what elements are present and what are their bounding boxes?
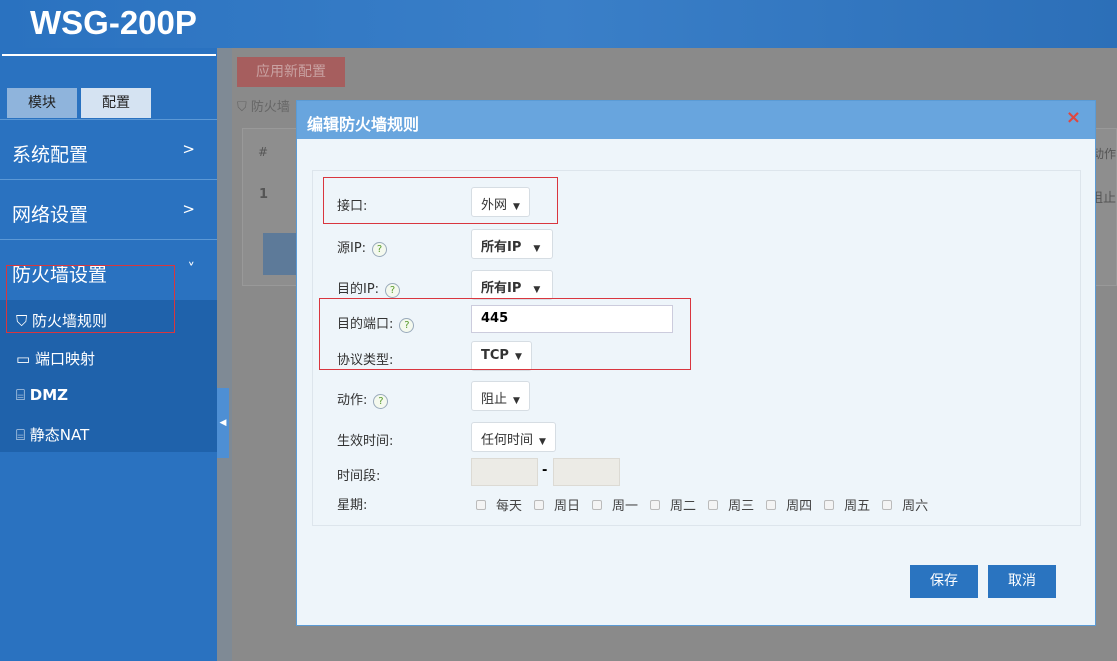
menu-label: 网络设置 [12,204,89,226]
checkbox[interactable] [592,499,603,510]
highlight-box-port-protocol [319,298,691,370]
label-text: 源IP: [337,241,367,256]
day-label: 周日 [554,499,581,514]
help-icon[interactable]: ? [373,394,389,409]
highlight-box [6,265,175,333]
time-start-input[interactable] [471,458,538,486]
effective-time-select[interactable]: 任何时间 ▼ [471,422,556,452]
checkbox[interactable] [824,499,835,510]
breadcrumb: ⛉ 防火墙 [237,96,290,115]
checkbox[interactable] [476,499,486,510]
day-saturday[interactable]: 周六 [882,495,928,514]
select-value: 任何时间 [481,433,534,448]
sidebar: 模块 配置 系统配置 > 网络设置 > 防火墙设置 ˅ ⛉ 防火墙规则 ▭ 端口映射 … [0,48,217,661]
time-end-input[interactable] [553,458,620,486]
caret-down-icon: ▼ [533,285,541,295]
time-range-label: 时间段: [337,469,381,484]
caret-down-icon: ▼ [533,244,541,254]
menu-label: 系统配置 [12,144,89,166]
caret-down-icon: ▼ [539,437,546,447]
select-value: 所有IP [481,240,522,255]
menu-system-config[interactable]: 系统配置 > [0,119,217,179]
help-icon[interactable]: ? [385,283,401,298]
close-icon[interactable]: × [1066,107,1081,128]
save-button[interactable]: 保存 [910,565,978,598]
day-label: 周一 [612,499,639,514]
caret-down-icon: ▼ [513,396,520,406]
src-ip-select[interactable]: 所有IP ▼ [471,229,553,259]
app-logo: WSG-200P [30,4,197,41]
day-label: 周五 [844,499,871,514]
checkbox[interactable] [882,499,893,510]
checkbox[interactable] [534,499,545,510]
router-icon: ⌸ [16,386,30,404]
highlight-box-interface [323,177,558,224]
row-num: 1 [259,187,269,202]
day-label: 周六 [902,499,929,514]
cancel-button[interactable]: 取消 [988,565,1056,598]
day-tuesday[interactable]: 周二 [650,495,696,514]
dst-ip-label: 目的IP:? [337,278,401,298]
sub-label: DMZ [29,386,69,404]
chevron-right-icon: > [182,140,195,158]
collapse-handle[interactable]: ◀ [217,388,229,458]
select-value: 所有IP [481,281,522,296]
day-label: 周四 [786,499,813,514]
day-monday[interactable]: 周一 [592,495,638,514]
tab-modules[interactable]: 模块 [7,88,77,118]
effective-time-label: 生效时间: [337,434,394,449]
checkbox[interactable] [708,499,719,510]
label-text: 动作: [337,393,368,408]
weekday-label: 星期: [337,498,368,513]
weekday-checkboxes: 每天 周日 周一 周二 周三 周四 周五 周六 [476,495,940,514]
select-value: 阻止 [481,392,508,407]
breadcrumb-text: 防火墙 [250,100,290,115]
shield-icon: ⛉ [237,100,251,115]
edit-firewall-rule-dialog: 编辑防火墙规则 × 接口: 外网 ▼ 源IP:? 所有IP ▼ 目的IP:? 所有I… [296,100,1096,626]
checkbox[interactable] [766,499,777,510]
sidebar-item-static-nat[interactable]: ⌸ 静态NAT [0,414,217,452]
action-label: 动作:? [337,389,389,409]
sub-label: 端口映射 [34,350,95,368]
day-thursday[interactable]: 周四 [766,495,812,514]
divider [2,54,216,56]
menu-network-settings[interactable]: 网络设置 > [0,179,217,239]
apply-config-button[interactable]: 应用新配置 [237,57,345,87]
chevron-right-icon: > [182,200,195,218]
monitor-icon: ▭ [16,350,35,368]
dialog-title: 编辑防火墙规则 [297,101,1095,139]
sidebar-item-port-mapping[interactable]: ▭ 端口映射 [0,338,217,376]
dst-ip-select[interactable]: 所有IP ▼ [471,270,553,300]
sidebar-item-dmz[interactable]: ⌸ DMZ [0,376,217,414]
day-label: 每天 [496,499,523,514]
chevron-down-icon: ˅ [187,260,196,278]
day-wednesday[interactable]: 周三 [708,495,754,514]
router-icon: ⌸ [16,426,30,444]
tab-config[interactable]: 配置 [81,88,151,118]
day-everyday[interactable]: 每天 [476,495,522,514]
day-sunday[interactable]: 周日 [534,495,580,514]
src-ip-label: 源IP:? [337,237,388,257]
action-select[interactable]: 阻止 ▼ [471,381,530,411]
checkbox[interactable] [650,499,661,510]
label-text: 目的IP: [337,282,380,297]
time-range-separator: - [542,463,548,478]
help-icon[interactable]: ? [372,242,388,257]
day-friday[interactable]: 周五 [824,495,870,514]
sub-label: 静态NAT [29,426,90,444]
col-header-num: # [258,145,269,159]
day-label: 周二 [670,499,697,514]
day-label: 周三 [728,499,755,514]
top-header: WSG-200P [0,0,1117,48]
